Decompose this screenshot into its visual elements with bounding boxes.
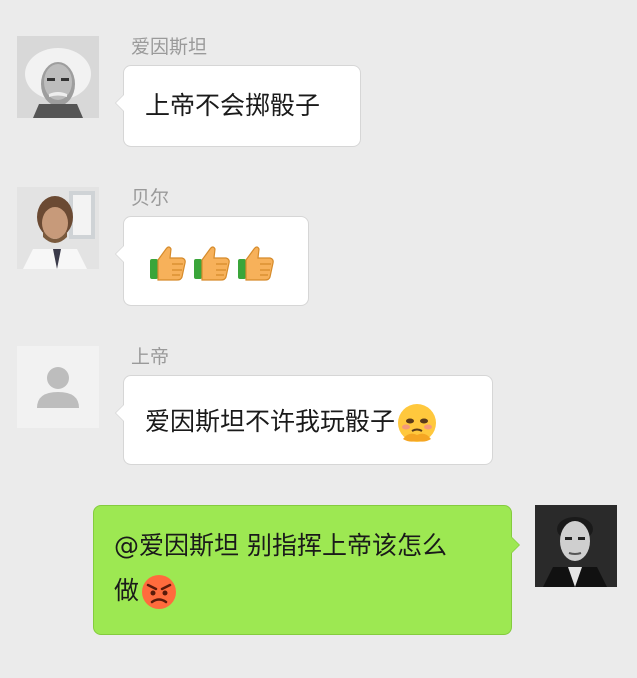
- sender-name: 上帝: [131, 346, 170, 368]
- message-text: 爱因斯坦不许我玩骰子: [145, 407, 396, 436]
- thumbs-up-icon: [190, 241, 234, 285]
- avatar-bell[interactable]: [17, 187, 99, 269]
- bell-portrait-icon: [17, 187, 99, 269]
- message-bubble[interactable]: [115, 216, 309, 306]
- message-text-line: 做: [114, 576, 140, 605]
- avatar-einstein[interactable]: [17, 36, 99, 118]
- message-bubble[interactable]: 爱因斯坦不许我玩骰子: [115, 375, 493, 465]
- avatar-bohr[interactable]: [535, 505, 617, 587]
- sender-name: 爱因斯坦: [131, 36, 208, 58]
- angry-face-icon: [139, 572, 179, 612]
- bohr-portrait-icon: [535, 505, 617, 587]
- outgoing-message-bubble[interactable]: @爱因斯坦 别指挥上帝该怎么 做: [93, 505, 520, 635]
- thumbs-up-icon: [146, 241, 190, 285]
- avatar-god[interactable]: [17, 346, 99, 428]
- einstein-portrait-icon: [17, 36, 99, 118]
- message-bubble[interactable]: 上帝不会掷骰子: [115, 65, 361, 147]
- default-user-silhouette-icon: [17, 346, 99, 428]
- pleading-face-icon: [395, 401, 439, 445]
- message-text: 上帝不会掷骰子: [145, 91, 321, 120]
- message-text-line: @爱因斯坦 别指挥上帝该怎么: [114, 531, 447, 560]
- thumbs-up-icon: [234, 241, 278, 285]
- sender-name: 贝尔: [131, 187, 170, 209]
